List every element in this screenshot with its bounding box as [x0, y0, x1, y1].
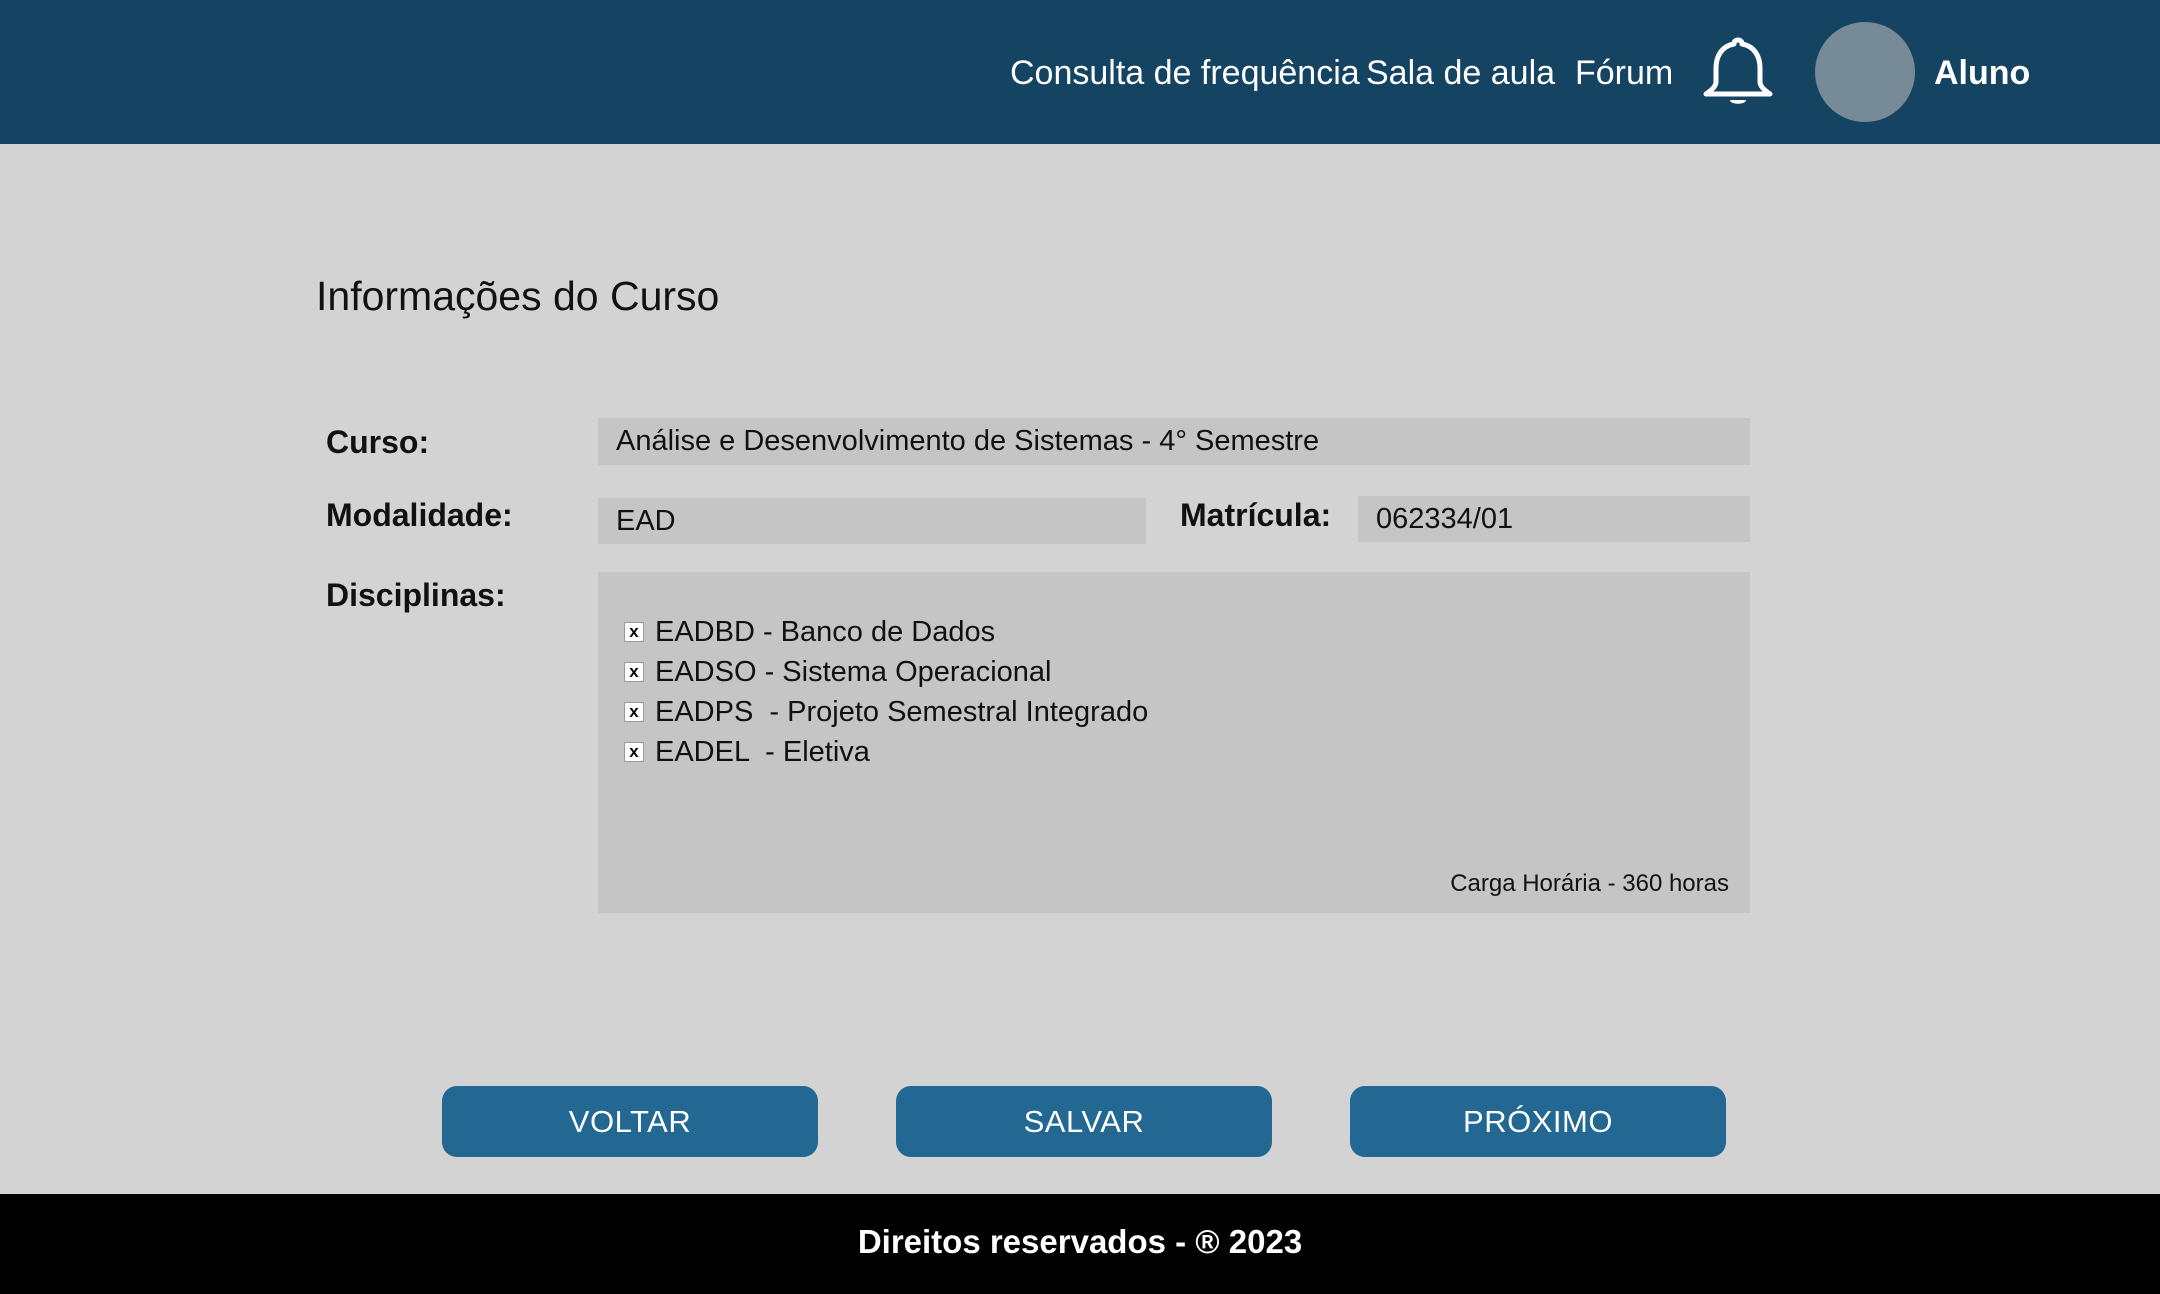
proximo-button[interactable]: PRÓXIMO [1350, 1086, 1726, 1157]
disciplinas-label: Disciplinas: [326, 577, 506, 613]
list-item: x EADSO - Sistema Operacional [624, 652, 1148, 692]
voltar-button[interactable]: VOLTAR [442, 1086, 818, 1157]
matricula-label: Matrícula: [1180, 497, 1332, 533]
list-item: x EADEL - Eletiva [624, 732, 1148, 772]
footer: Direitos reservados - ® 2023 [0, 1194, 2160, 1294]
disciplina-label: EADSO - Sistema Operacional [655, 655, 1052, 688]
disciplinas-list: x EADBD - Banco de Dados x EADSO - Siste… [624, 612, 1148, 772]
modalidade-label: Modalidade: [326, 497, 513, 533]
salvar-button[interactable]: SALVAR [896, 1086, 1272, 1157]
curso-field[interactable]: Análise e Desenvolvimento de Sistemas - … [598, 418, 1750, 465]
nav-consulta-frequencia[interactable]: Consulta de frequência [1010, 48, 1360, 98]
list-item: x EADBD - Banco de Dados [624, 612, 1148, 652]
disciplina-checkbox[interactable]: x [624, 622, 644, 642]
disciplina-checkbox[interactable]: x [624, 662, 644, 682]
nav-sala-de-aula[interactable]: Sala de aula [1366, 48, 1555, 98]
disciplina-checkbox[interactable]: x [624, 742, 644, 762]
list-item: x EADPS - Projeto Semestral Integrado [624, 692, 1148, 732]
carga-horaria: Carga Horária - 360 horas [1450, 870, 1729, 897]
disciplinas-box: x EADBD - Banco de Dados x EADSO - Siste… [598, 572, 1750, 913]
avatar[interactable] [1815, 22, 1915, 122]
page-title: Informações do Curso [316, 273, 720, 319]
top-navbar: Consulta de frequência Sala de aula Fóru… [0, 0, 2160, 144]
disciplina-checkbox[interactable]: x [624, 702, 644, 722]
matricula-field[interactable]: 062334/01 [1358, 496, 1750, 542]
curso-label: Curso: [326, 424, 430, 460]
disciplina-label: EADBD - Banco de Dados [655, 615, 996, 648]
bell-icon[interactable] [1700, 34, 1776, 110]
user-name[interactable]: Aluno [1934, 48, 2030, 98]
modalidade-field[interactable]: EAD [598, 498, 1146, 544]
nav-forum[interactable]: Fórum [1575, 48, 1673, 98]
footer-copyright: Direitos reservados - ® 2023 [857, 1223, 1303, 1260]
disciplina-label: EADPS - Projeto Semestral Integrado [655, 695, 1149, 728]
disciplina-label: EADEL - Eletiva [655, 735, 870, 768]
